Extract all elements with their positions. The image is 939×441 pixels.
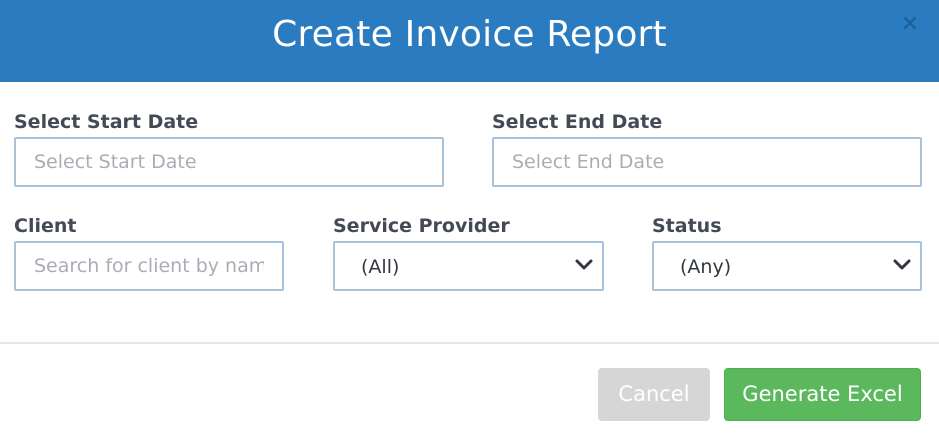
service-provider-selected-value: (All): [361, 256, 400, 278]
generate-excel-button[interactable]: Generate Excel: [724, 368, 921, 421]
modal-title: Create Invoice Report: [272, 14, 667, 55]
status-selected-value: (Any): [680, 256, 732, 278]
status-select[interactable]: (Any): [652, 241, 922, 291]
chevron-down-icon: [893, 259, 911, 270]
footer-divider: [0, 342, 939, 344]
end-date-input[interactable]: [492, 137, 922, 187]
client-search-input[interactable]: [14, 241, 284, 291]
start-date-label: Select Start Date: [14, 111, 199, 133]
service-provider-label: Service Provider: [333, 215, 510, 237]
client-label: Client: [14, 215, 77, 237]
close-icon[interactable]: ✕: [899, 14, 921, 36]
modal-header: Create Invoice Report ✕: [0, 0, 939, 82]
chevron-down-icon: [575, 259, 593, 270]
end-date-label: Select End Date: [492, 111, 663, 133]
start-date-input[interactable]: [14, 137, 444, 187]
status-label: Status: [652, 215, 722, 237]
create-invoice-report-modal: Create Invoice Report ✕ Select Start Dat…: [0, 0, 939, 441]
service-provider-select[interactable]: (All): [333, 241, 604, 291]
cancel-button[interactable]: Cancel: [598, 368, 710, 421]
